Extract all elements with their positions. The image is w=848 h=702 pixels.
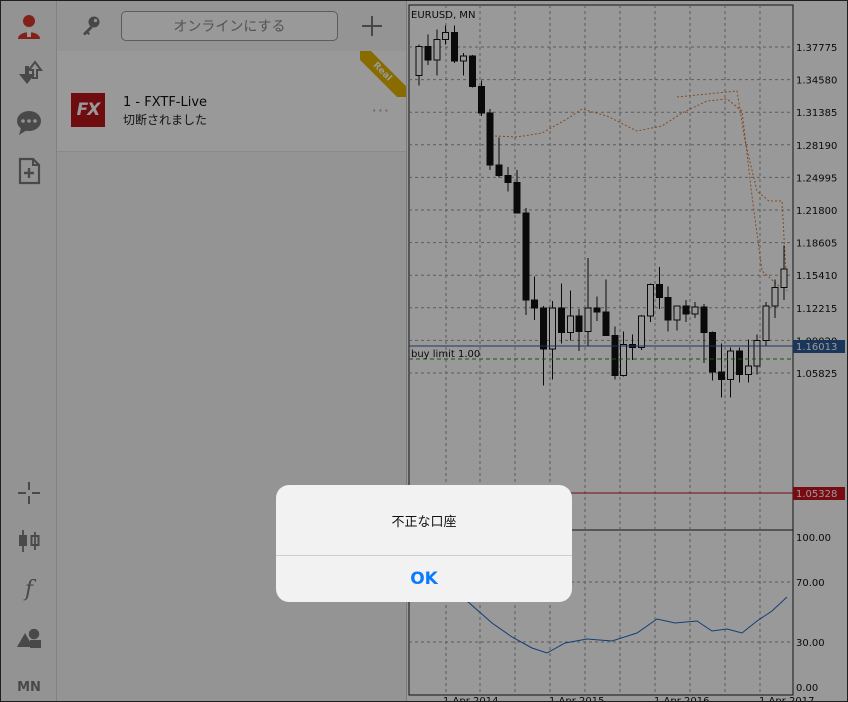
alert-message: 不正な口座	[276, 485, 572, 556]
ok-button[interactable]: OK	[276, 556, 572, 602]
alert-dialog: 不正な口座 OK	[276, 485, 572, 602]
